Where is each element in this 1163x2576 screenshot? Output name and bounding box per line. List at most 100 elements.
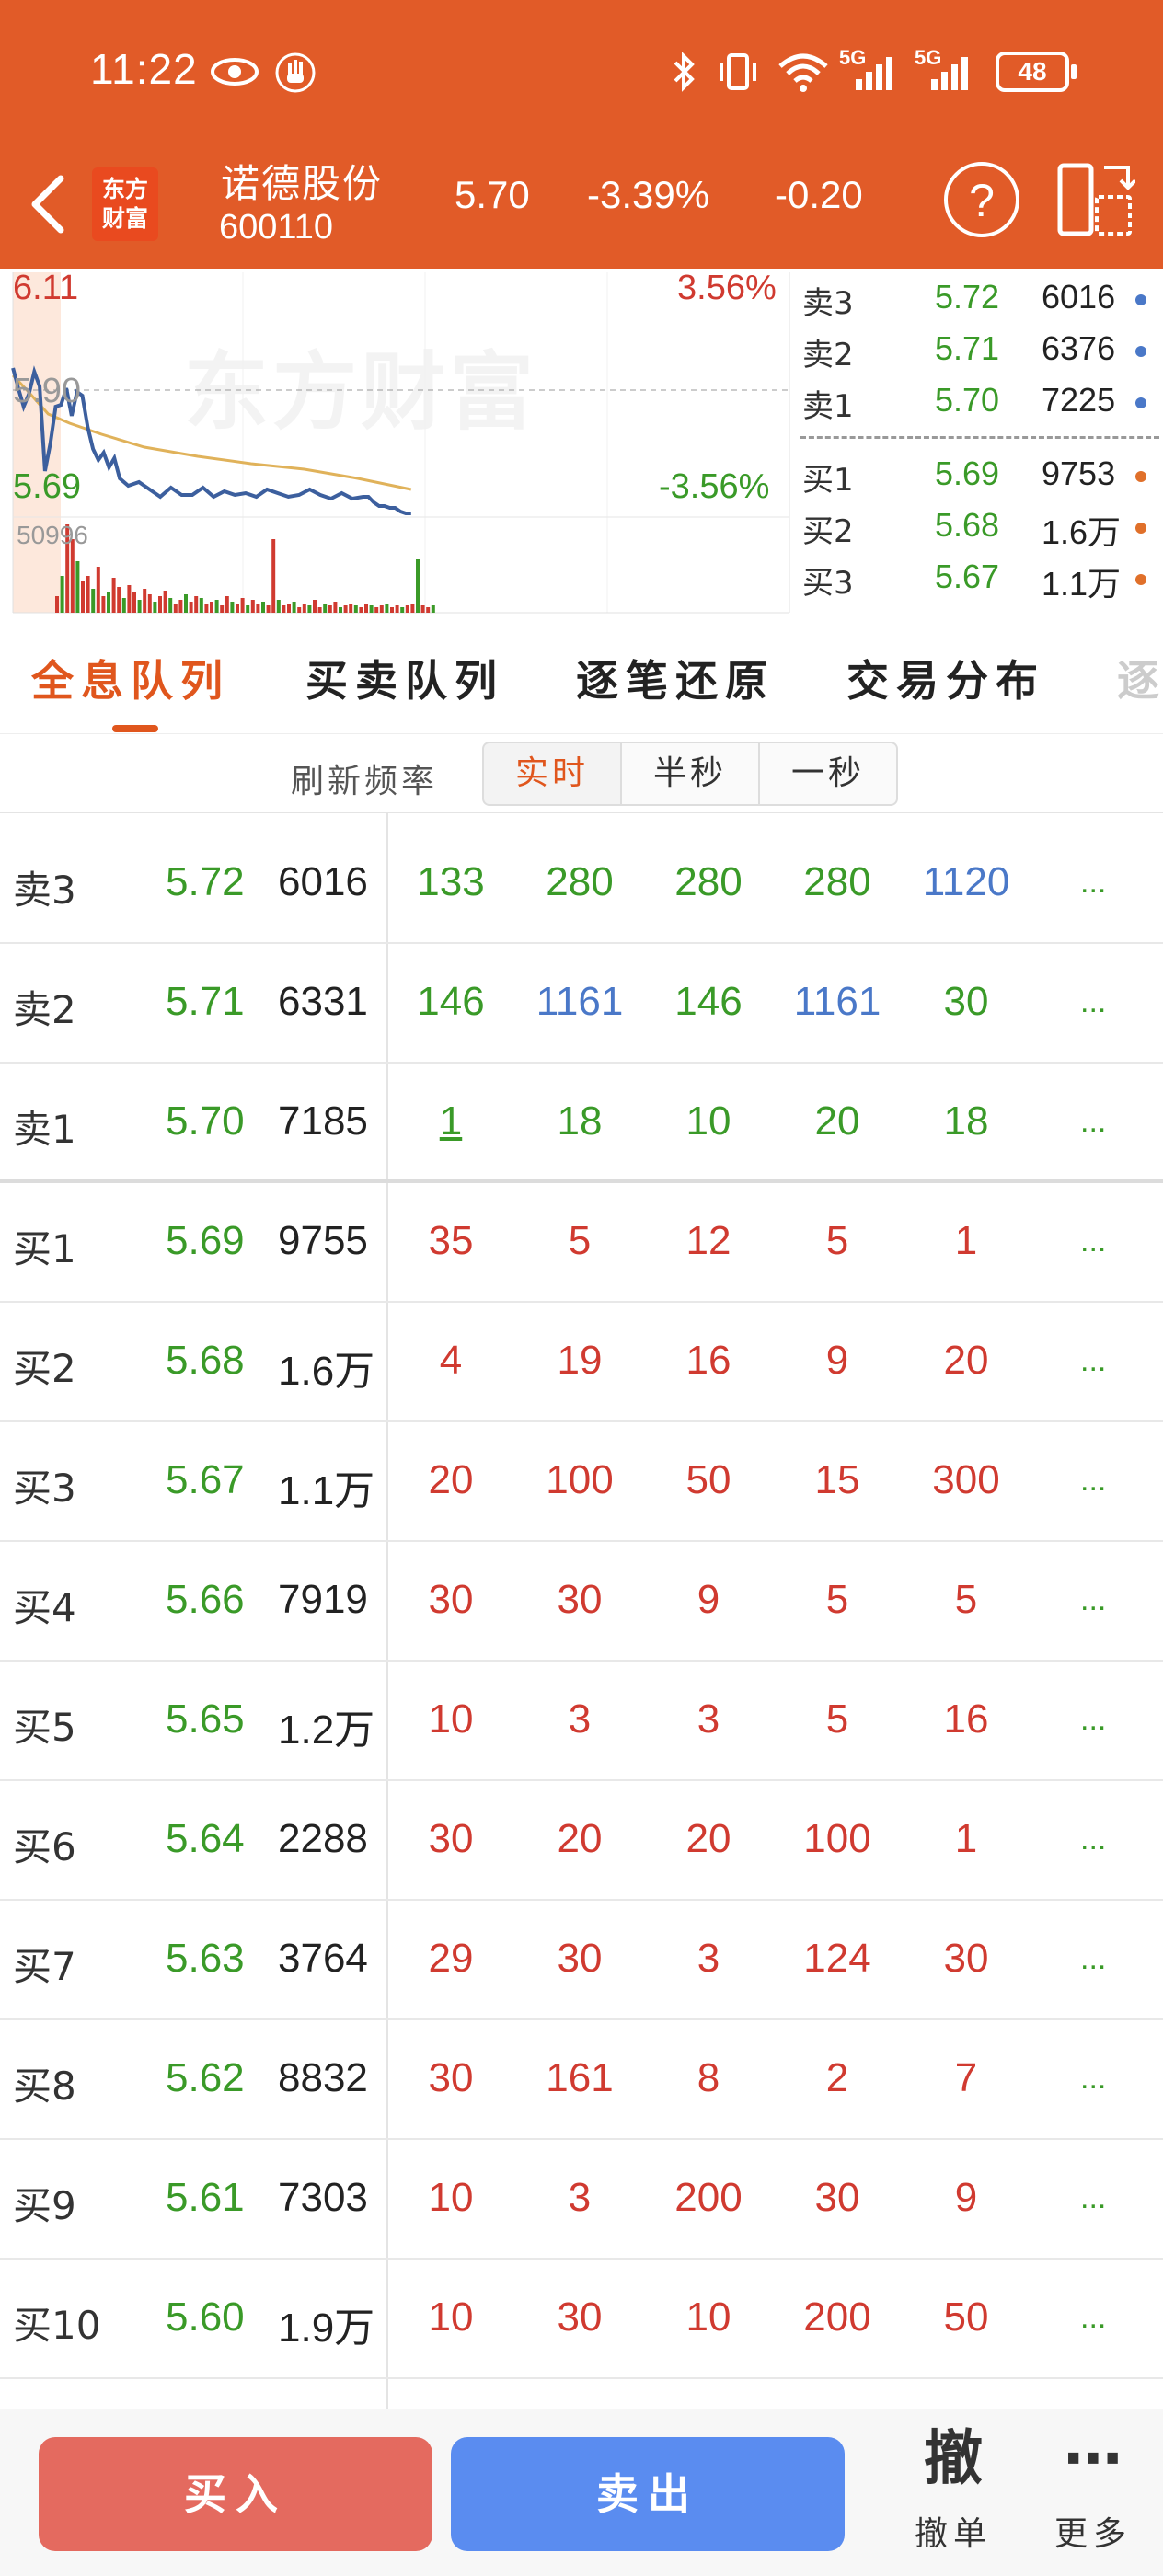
layout-switch-icon[interactable] [1056, 160, 1135, 239]
queue-row[interactable]: 买5 5.65 1.2万 10 3 3 5 16... [0, 1662, 1163, 1781]
queue-order-size[interactable]: 9 [773, 1338, 902, 1384]
tab-partial[interactable]: 逐 [1117, 648, 1163, 708]
mini-bid-row[interactable]: 买3 5.67 1.1万 [800, 552, 1163, 603]
queue-row[interactable]: 买7 5.63 3764 29 30 3 124 30... [0, 1901, 1163, 2020]
queue-row[interactable]: 卖3 5.72 6016 133 280 280 280 1120... [0, 824, 1163, 944]
queue-order-size[interactable]: 16 [902, 1696, 1031, 1742]
queue-order-size[interactable]: 20 [386, 1457, 515, 1503]
queue-order-size[interactable]: 18 [515, 1098, 644, 1144]
refresh-option-realtime[interactable]: 实时 [482, 742, 622, 806]
queue-order-size[interactable]: 9 [902, 2175, 1031, 2221]
queue-order-size[interactable]: 12 [644, 1218, 773, 1264]
queue-order-size[interactable]: 133 [386, 859, 515, 905]
queue-order-size[interactable]: 1 [902, 1816, 1031, 1862]
refresh-option-one-second[interactable]: 一秒 [758, 742, 898, 806]
queue-order-size[interactable]: 30 [902, 1936, 1031, 1982]
mini-ask-row[interactable]: 卖2 5.71 6376 [800, 324, 1163, 374]
queue-order-size[interactable]: 30 [515, 2294, 644, 2340]
queue-order-size[interactable]: 1 [902, 1218, 1031, 1264]
queue-order-size[interactable]: 8 [644, 2055, 773, 2101]
queue-order-size[interactable]: 5 [902, 1577, 1031, 1623]
queue-order-size[interactable]: 30 [902, 979, 1031, 1025]
intraday-chart[interactable]: 东方财富 6.11 3.56% 5.90 5.69 -3.56% 50996 卖… [0, 269, 1163, 618]
queue-order-size[interactable]: 124 [773, 1936, 902, 1982]
queue-row[interactable]: 买6 5.64 2288 30 20 20 100 1... [0, 1781, 1163, 1901]
queue-row[interactable]: 买10 5.60 1.9万 10 30 10 200 50... [0, 2260, 1163, 2379]
queue-order-size[interactable]: 5 [515, 1218, 644, 1264]
queue-row[interactable]: 买9 5.61 7303 10 3 200 30 9... [0, 2140, 1163, 2260]
queue-row-more-icon[interactable]: ... [1080, 1702, 1106, 1738]
queue-row-more-icon[interactable]: ... [1080, 2300, 1106, 2336]
queue-row-more-icon[interactable]: ... [1080, 1822, 1106, 1857]
mini-bid-row[interactable]: 买2 5.68 1.6万 [800, 500, 1163, 551]
queue-order-size[interactable]: 20 [644, 1816, 773, 1862]
tab-tick-replay[interactable]: 逐笔还原 [576, 648, 775, 708]
mini-bid-row[interactable]: 买1 5.69 9753 [800, 449, 1163, 499]
queue-order-size[interactable]: 1120 [902, 859, 1031, 905]
queue-order-size[interactable]: 2 [773, 2055, 902, 2101]
queue-order-size[interactable]: 280 [515, 859, 644, 905]
queue-order-size[interactable]: 18 [902, 1098, 1031, 1144]
queue-order-size[interactable]: 1161 [515, 979, 644, 1025]
queue-row[interactable]: 买2 5.68 1.6万 4 19 16 9 20... [0, 1303, 1163, 1422]
queue-order-size[interactable]: 146 [644, 979, 773, 1025]
tab-trade-distribution[interactable]: 交易分布 [846, 648, 1045, 708]
buy-button[interactable]: 买入 [39, 2437, 432, 2551]
queue-row-more-icon[interactable]: ... [1080, 865, 1106, 901]
queue-row-more-icon[interactable]: ... [1080, 1463, 1106, 1499]
tab-buy-sell-queue[interactable]: 买卖队列 [305, 648, 504, 708]
tab-full-queue[interactable]: 全息队列 [31, 648, 230, 708]
queue-row-more-icon[interactable]: ... [1080, 2061, 1106, 2097]
stock-name[interactable]: 诺德股份 [221, 153, 383, 209]
queue-order-size[interactable]: 16 [644, 1338, 773, 1384]
queue-row[interactable]: 买4 5.66 7919 30 30 9 5 5... [0, 1542, 1163, 1662]
queue-order-size[interactable]: 10 [386, 2175, 515, 2221]
queue-order-size[interactable]: 50 [644, 1457, 773, 1503]
help-icon[interactable]: ? [944, 162, 1019, 237]
queue-order-size[interactable]: 5 [773, 1218, 902, 1264]
queue-order-size[interactable]: 20 [773, 1098, 902, 1144]
queue-order-size[interactable]: 5 [773, 1696, 902, 1742]
queue-order-size[interactable]: 3 [515, 2175, 644, 2221]
queue-order-size[interactable]: 35 [386, 1218, 515, 1264]
queue-row-more-icon[interactable]: ... [1080, 1941, 1106, 1977]
queue-row-more-icon[interactable]: ... [1080, 1582, 1106, 1618]
queue-order-size[interactable]: 5 [773, 1577, 902, 1623]
more-button[interactable]: ⋯ 更多 [1038, 2421, 1148, 2555]
queue-row-more-icon[interactable]: ... [1080, 984, 1106, 1020]
queue-order-size[interactable]: 50 [902, 2294, 1031, 2340]
queue-order-size[interactable]: 30 [515, 1577, 644, 1623]
queue-order-size[interactable]: 15 [773, 1457, 902, 1503]
queue-row-more-icon[interactable]: ... [1080, 1224, 1106, 1259]
queue-order-size[interactable]: 10 [386, 1696, 515, 1742]
queue-order-size[interactable]: 100 [773, 1816, 902, 1862]
queue-row-more-icon[interactable]: ... [1080, 1104, 1106, 1140]
queue-order-size[interactable]: 280 [773, 859, 902, 905]
queue-order-size[interactable]: 3 [644, 1696, 773, 1742]
mini-ask-row[interactable]: 卖1 5.70 7225 [800, 375, 1163, 425]
queue-order-size[interactable]: 19 [515, 1338, 644, 1384]
queue-order-size[interactable]: 3 [644, 1936, 773, 1982]
queue-order-size[interactable]: 100 [515, 1457, 644, 1503]
queue-order-size[interactable]: 30 [773, 2175, 902, 2221]
queue-order-size[interactable]: 30 [386, 2055, 515, 2101]
queue-order-size[interactable]: 3 [515, 1696, 644, 1742]
queue-order-size[interactable]: 29 [386, 1936, 515, 1982]
cancel-order-button[interactable]: 撤 撤单 [898, 2421, 1008, 2555]
queue-order-size[interactable]: 30 [386, 1577, 515, 1623]
queue-order-size[interactable]: 146 [386, 979, 515, 1025]
queue-order-size[interactable]: 30 [515, 1936, 644, 1982]
queue-row-more-icon[interactable]: ... [1080, 2180, 1106, 2216]
queue-order-size[interactable]: 161 [515, 2055, 644, 2101]
queue-order-size[interactable]: 10 [644, 1098, 773, 1144]
refresh-option-half-second[interactable]: 半秒 [620, 742, 760, 806]
queue-row-more-icon[interactable]: ... [1080, 1343, 1106, 1379]
queue-row[interactable]: 买8 5.62 8832 30 161 8 2 7... [0, 2020, 1163, 2140]
queue-order-size[interactable]: 4 [386, 1338, 515, 1384]
queue-row[interactable]: 买3 5.67 1.1万 20 100 50 15 300... [0, 1422, 1163, 1542]
queue-order-size[interactable]: 20 [902, 1338, 1031, 1384]
queue-row[interactable]: 卖1 5.70 7185 1 18 10 20 18... [0, 1064, 1163, 1183]
queue-row[interactable]: 卖2 5.71 6331 146 1161 146 1161 30... [0, 944, 1163, 1064]
queue-order-size[interactable]: 10 [386, 2294, 515, 2340]
queue-order-size[interactable]: 7 [902, 2055, 1031, 2101]
